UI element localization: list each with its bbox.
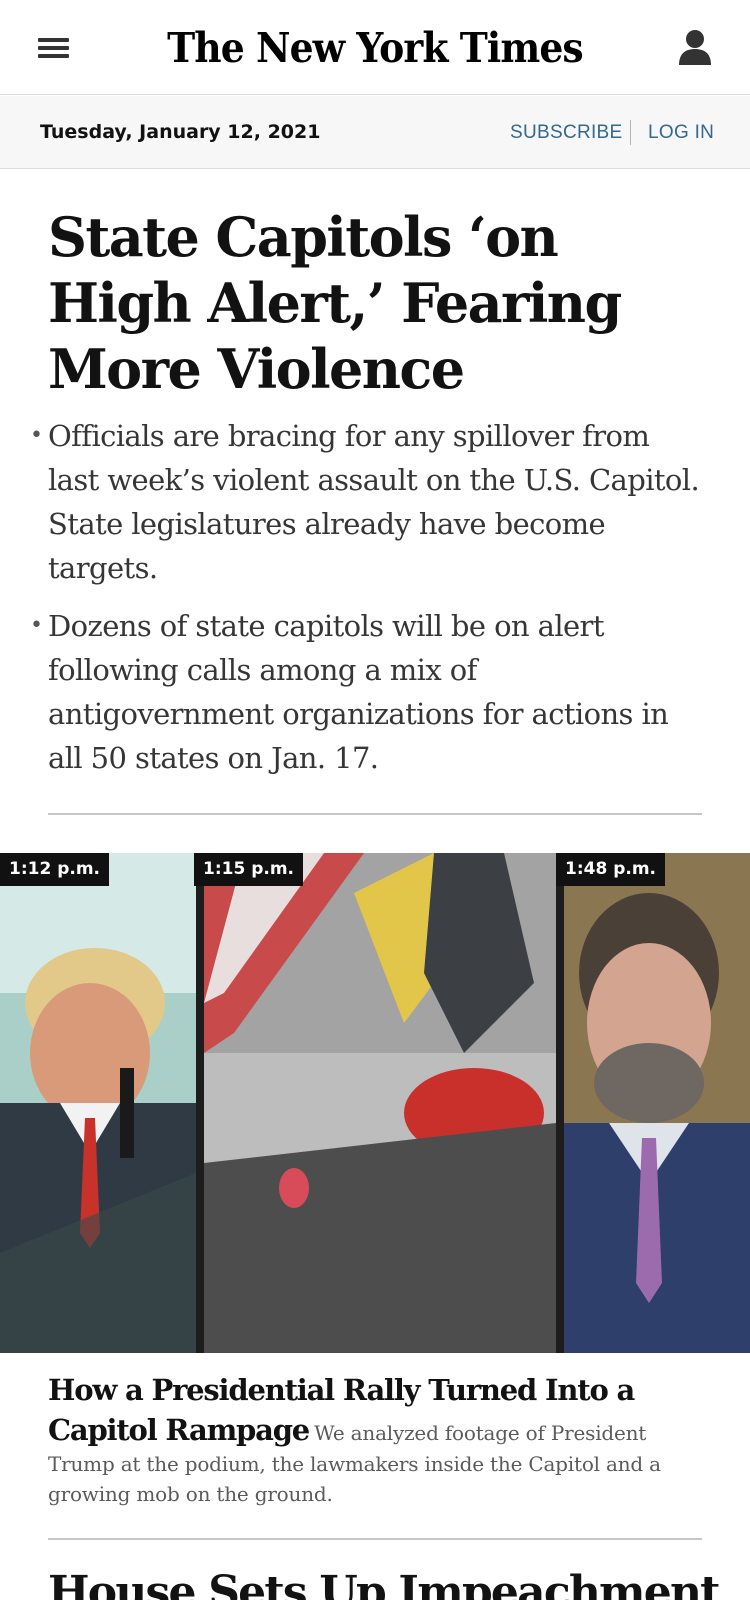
user-account-icon[interactable] bbox=[677, 28, 713, 66]
summary-item: • Dozens of state capitols will be on ale… bbox=[30, 604, 708, 780]
top-bar: The New York Times bbox=[0, 0, 750, 95]
date-bar: Tuesday, January 12, 2021 SUBSCRIBE LOG … bbox=[0, 96, 750, 169]
timestamp-label: 1:12 p.m. bbox=[0, 853, 110, 886]
panel-divider bbox=[196, 853, 204, 1353]
login-link[interactable]: LOG IN bbox=[648, 96, 714, 169]
panel-divider bbox=[556, 853, 564, 1353]
timestamp-label: 1:48 p.m. bbox=[556, 853, 666, 886]
section-divider bbox=[48, 1538, 702, 1540]
section-divider bbox=[48, 813, 702, 815]
masthead-text: The New York Times bbox=[167, 24, 584, 72]
lead-story-headline[interactable]: State Capitols ‘on High Alert,’ Fearing … bbox=[48, 204, 708, 402]
video-panel-podium bbox=[0, 853, 196, 1353]
crowd-scene-image bbox=[204, 853, 556, 1353]
subscribe-link[interactable]: SUBSCRIBE bbox=[510, 96, 623, 169]
divider bbox=[630, 120, 631, 145]
podium-scene-image bbox=[0, 853, 196, 1353]
current-date: Tuesday, January 12, 2021 bbox=[40, 121, 321, 143]
timestamp-label: 1:15 p.m. bbox=[194, 853, 304, 886]
video-thumbnail[interactable]: 1:12 p.m. 1:15 p.m. 1:48 p.m. bbox=[0, 853, 750, 1353]
video-panel-lawmaker bbox=[564, 853, 750, 1353]
video-caption[interactable]: How a Presidential Rally Turned Into a C… bbox=[48, 1370, 708, 1510]
person-icon bbox=[679, 30, 711, 65]
summary-text: Officials are bracing for any spillover … bbox=[48, 419, 700, 585]
masthead-logo[interactable]: The New York Times bbox=[0, 18, 750, 78]
bullet-icon: • bbox=[30, 423, 43, 448]
lead-story-summary: • Officials are bracing for any spillover… bbox=[30, 414, 708, 794]
bullet-icon: • bbox=[30, 613, 43, 638]
lawmaker-scene-image bbox=[564, 853, 750, 1353]
next-story-headline[interactable]: House Sets Up Impeachment Vote to bbox=[48, 1565, 728, 1600]
video-panel-crowd bbox=[204, 853, 556, 1353]
summary-text: Dozens of state capitols will be on aler… bbox=[48, 609, 669, 775]
summary-item: • Officials are bracing for any spillover… bbox=[30, 414, 708, 590]
